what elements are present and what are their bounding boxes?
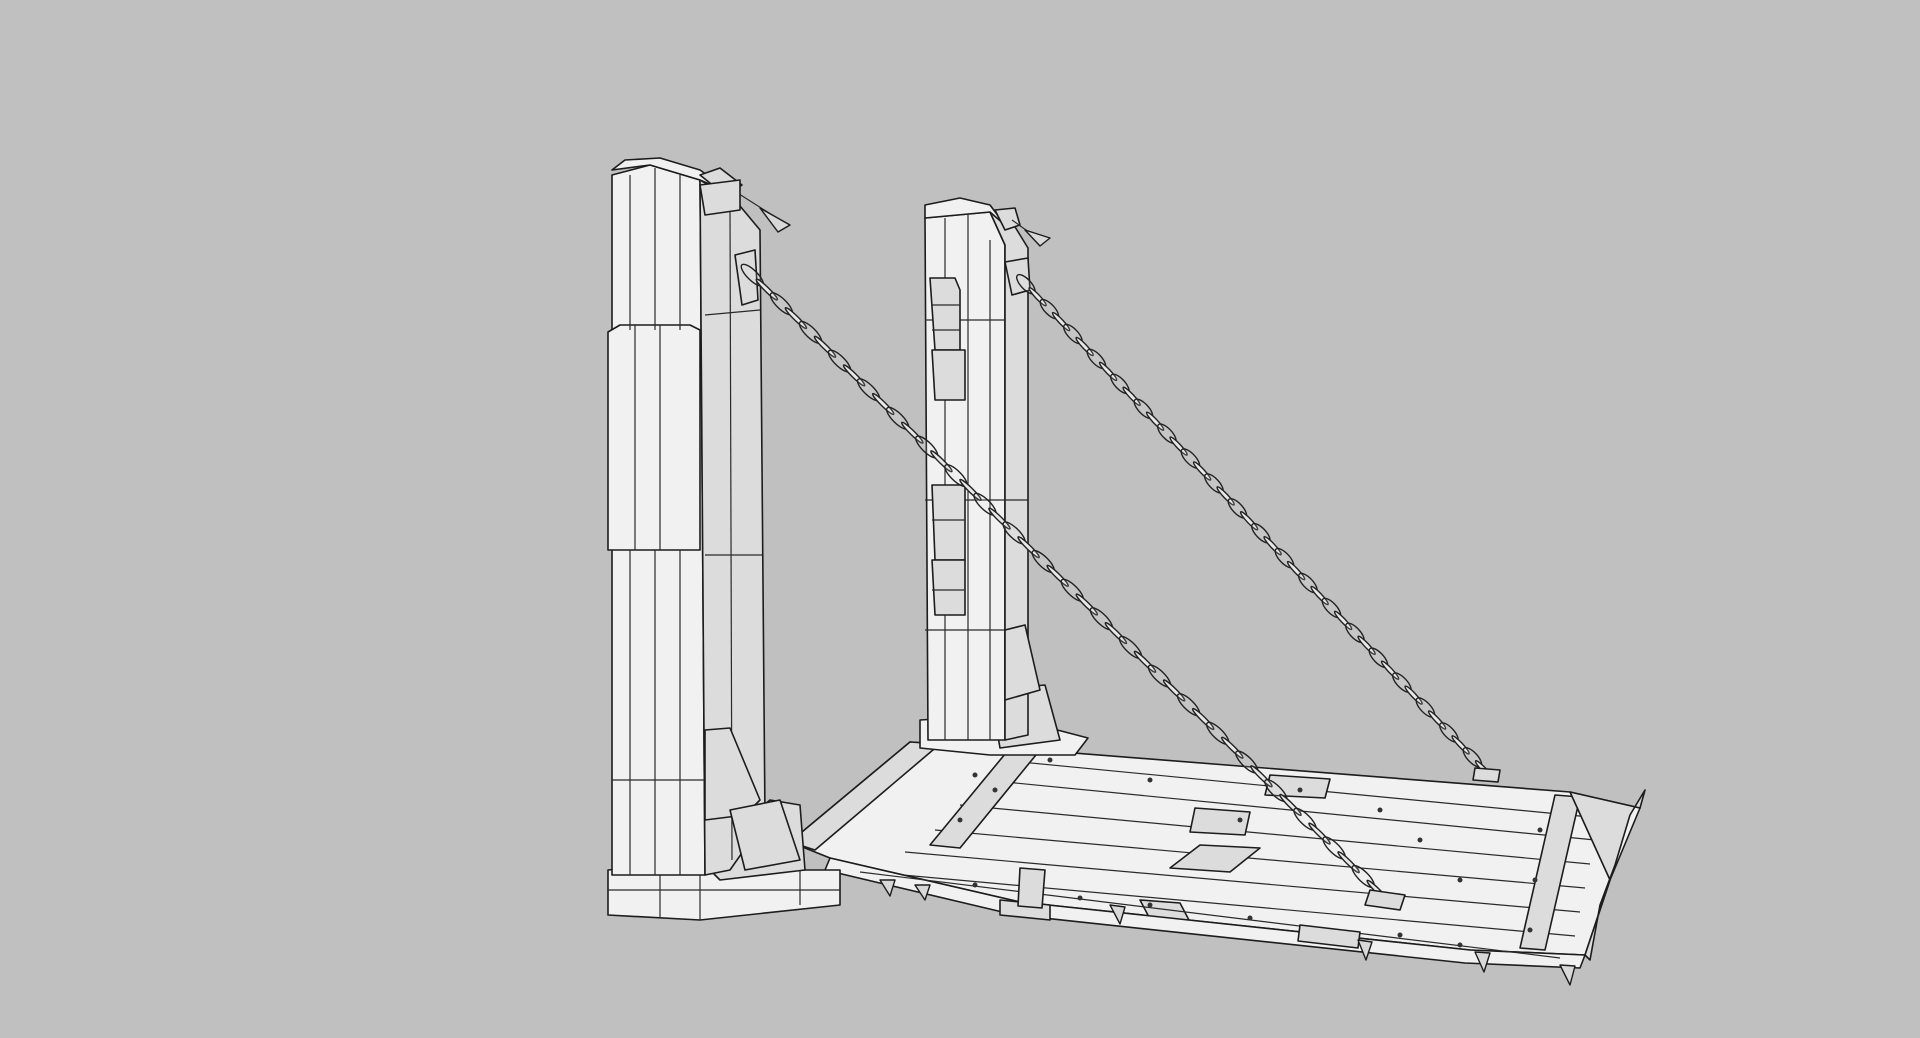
render-viewport — [0, 0, 1920, 1038]
drawbridge-model — [607, 157, 1646, 986]
bridge-deck — [789, 741, 1646, 986]
right-chain — [1016, 273, 1494, 780]
front-pillar — [607, 157, 841, 921]
rear-pillar — [919, 197, 1089, 756]
